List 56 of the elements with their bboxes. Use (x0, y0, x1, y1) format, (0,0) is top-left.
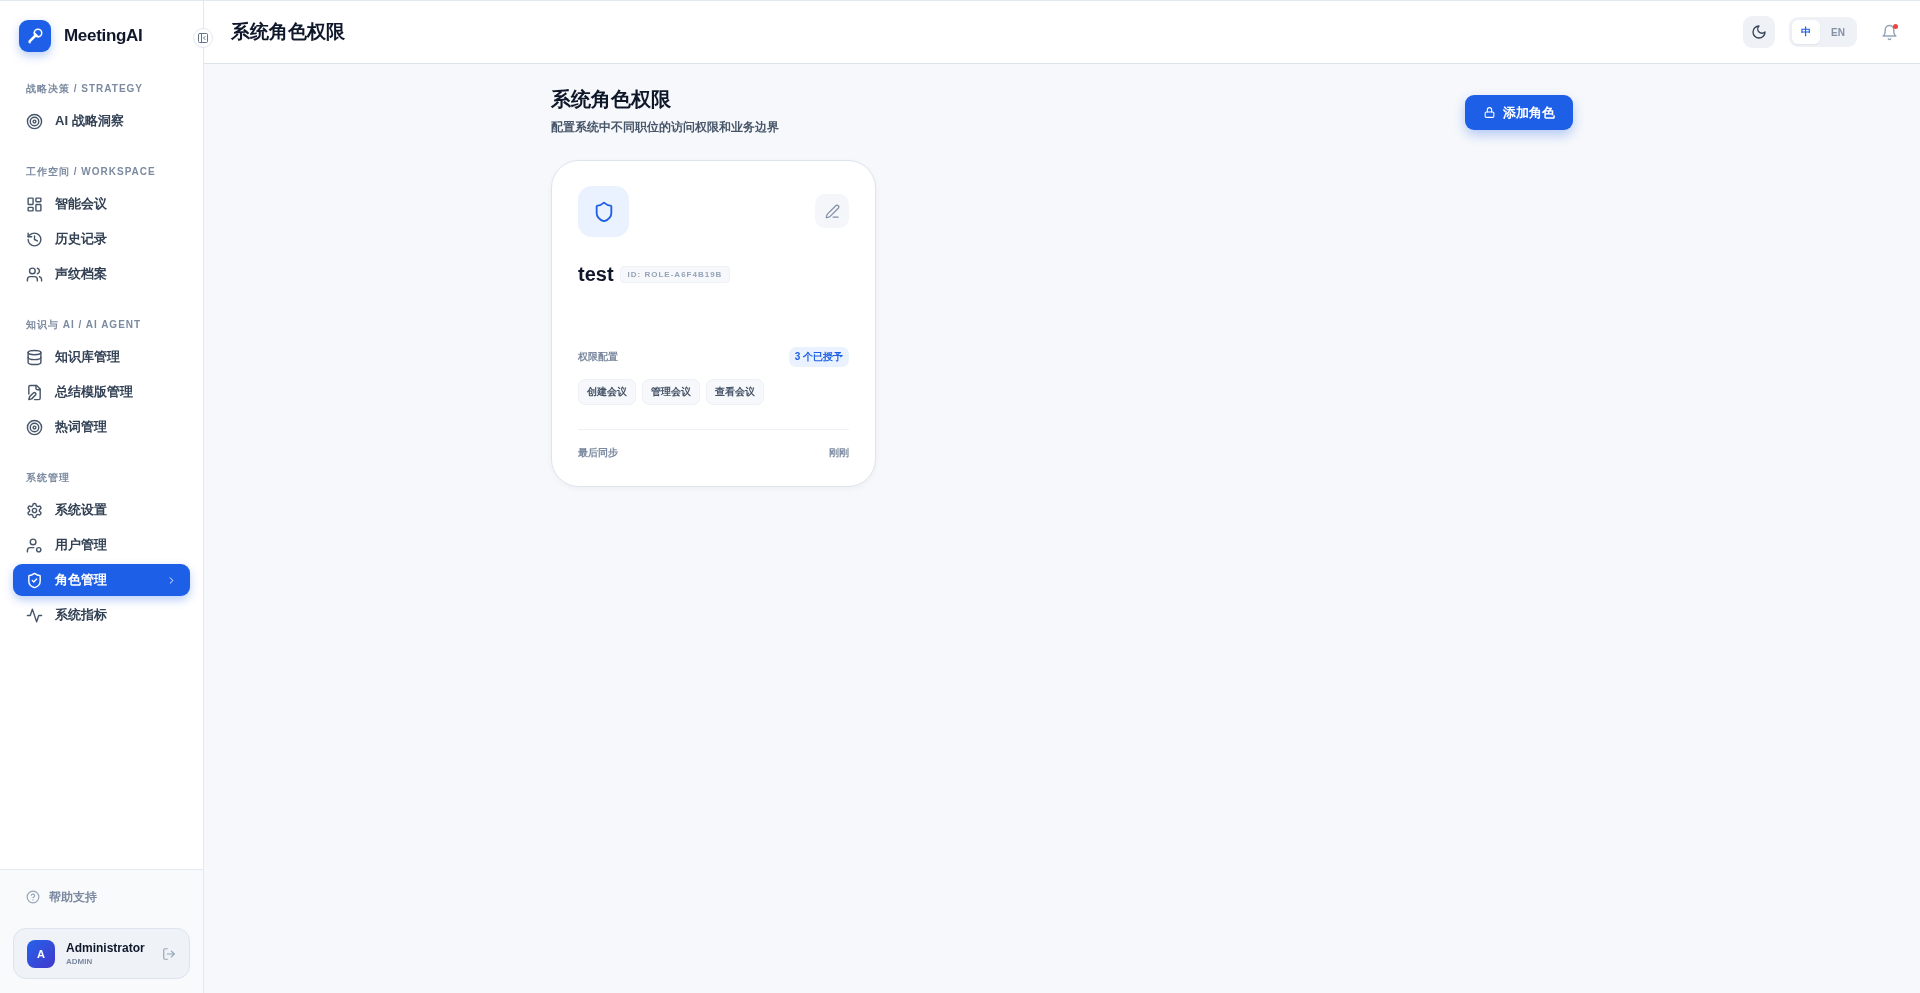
permission-tag: 查看会议 (706, 379, 764, 405)
nav-section-title: 系统管理 (25, 471, 71, 485)
pencil-icon (824, 203, 840, 219)
last-sync-label: 最后同步 (578, 446, 618, 460)
users-icon (26, 265, 43, 283)
nav-item[interactable]: 系统设置 (13, 494, 190, 526)
user-role: ADMIN (66, 957, 94, 966)
nav-section-title: 战略决策 / STRATEGY (25, 82, 145, 96)
nav-item[interactable]: 知识库管理 (13, 341, 190, 373)
grid-icon (26, 195, 43, 213)
nav-item[interactable]: 总结模版管理 (13, 376, 190, 408)
theme-toggle-button[interactable] (1743, 16, 1776, 48)
sidebar-toggle-icon (197, 32, 209, 44)
language-option[interactable]: 中 (1792, 20, 1821, 44)
notifications-button[interactable] (1881, 23, 1898, 41)
permissions-label: 权限配置 (578, 350, 618, 364)
nav-section-title: 工作空间 / WORKSPACE (25, 165, 157, 179)
granted-count: 3 个已授予 (788, 347, 849, 367)
role-id: ID: ROLE-A6F4B19B (619, 265, 731, 283)
brand-name: MeetingAI (64, 26, 143, 46)
edit-role-button[interactable] (815, 194, 849, 228)
nav-section-title: 知识与 AI / AI AGENT (25, 318, 143, 332)
last-sync-time: 刚刚 (829, 446, 849, 460)
permission-tag: 创建会议 (578, 379, 636, 405)
page-subtitle: 配置系统中不同职位的访问权限和业务边界 (551, 119, 779, 136)
nav-item[interactable]: 智能会议 (13, 188, 190, 220)
microphone-icon (26, 27, 44, 45)
role-name: test (578, 262, 614, 286)
nav-item[interactable]: 热词管理 (13, 411, 190, 443)
permission-tag: 管理会议 (642, 379, 700, 405)
nav-item[interactable]: 用户管理 (13, 529, 190, 561)
lock-icon (1483, 106, 1496, 119)
nav-item[interactable]: 系统指标 (13, 599, 190, 631)
activity-icon (26, 606, 43, 624)
help-icon (26, 890, 40, 904)
nav-item[interactable]: 角色管理 (13, 564, 190, 596)
user-gear-icon (26, 536, 43, 554)
target-icon (26, 112, 43, 130)
logout-icon (162, 946, 176, 961)
nav-item[interactable]: 声纹档案 (13, 258, 190, 290)
collapse-sidebar-button[interactable] (193, 28, 213, 48)
bell-icon (1881, 23, 1898, 41)
add-role-button[interactable]: 添加角色 (1465, 95, 1573, 130)
nav-item[interactable]: AI 战略洞察 (13, 105, 190, 137)
history-icon (26, 230, 43, 248)
page-title: 系统角色权限 (551, 87, 672, 112)
moon-icon (1751, 24, 1768, 40)
database-icon (26, 348, 43, 366)
file-pen-icon (26, 383, 43, 401)
target-icon (26, 418, 43, 436)
settings-icon (26, 501, 43, 519)
page-header-title: 系统角色权限 (231, 20, 346, 44)
user-avatar: A (27, 939, 55, 968)
shield-check-icon (26, 571, 43, 589)
nav-item[interactable]: 历史记录 (13, 223, 190, 255)
user-name: Administrator (66, 941, 146, 955)
